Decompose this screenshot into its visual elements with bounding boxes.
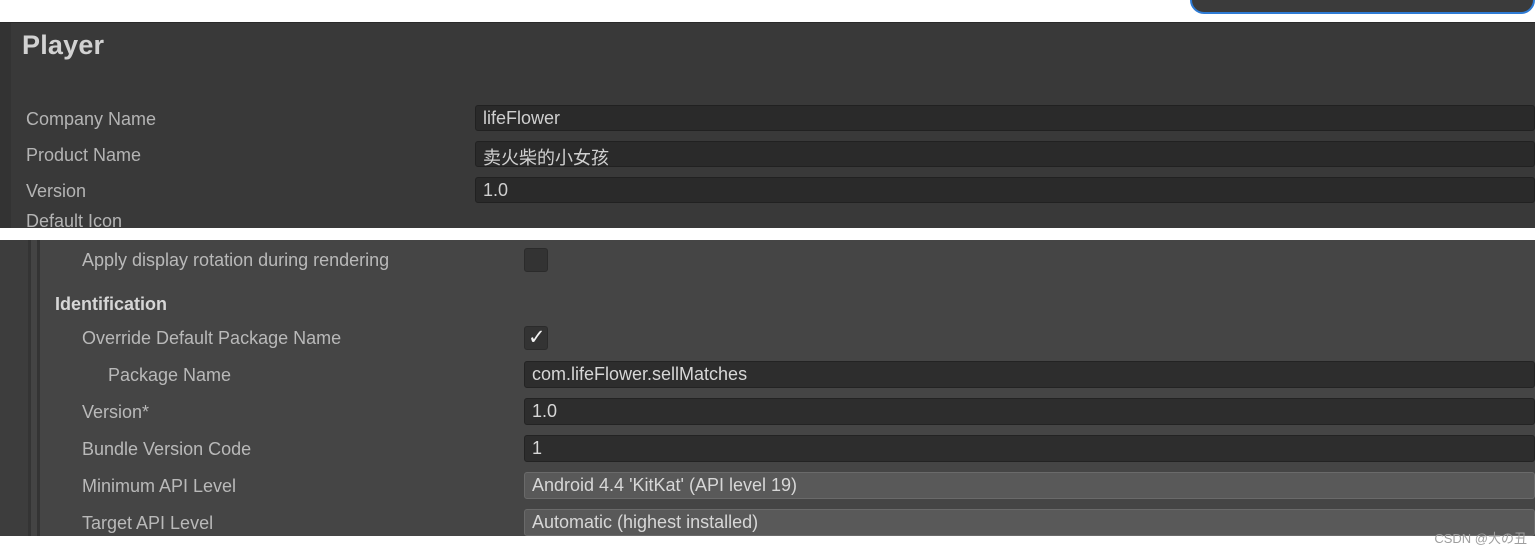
package-name-value: com.lifeFlower.sellMatches — [532, 364, 748, 384]
target-api-level-dropdown[interactable]: Automatic (highest installed) — [524, 509, 1535, 536]
player-settings-panel: Player Company Name lifeFlower Product N… — [0, 22, 1535, 229]
version-label: Version — [26, 181, 87, 201]
override-default-package-name-label: Override Default Package Name — [82, 328, 342, 348]
company-name-input[interactable]: lifeFlower — [475, 105, 1535, 131]
editor-toolbar-strip — [0, 0, 1535, 22]
field-row-company-name: Company Name lifeFlower — [0, 105, 1535, 133]
version-value: 1.0 — [483, 180, 509, 200]
identification-header-label: Identification — [55, 294, 167, 314]
field-row-version: Version 1.0 — [0, 177, 1535, 205]
setting-row-bundle-version-code: Bundle Version Code 1 — [0, 433, 1535, 469]
minimum-api-level-dropdown[interactable]: Android 4.4 'KitKat' (API level 19) — [524, 472, 1535, 499]
setting-row-version: Version* 1.0 — [0, 396, 1535, 432]
panel-separator — [0, 228, 1535, 240]
override-default-package-name-checkbox[interactable]: ✓ — [524, 325, 548, 350]
page-title: Player — [22, 30, 105, 60]
version-input[interactable]: 1.0 — [475, 177, 1535, 203]
target-api-level-label: Target API Level — [82, 513, 214, 533]
section-header-identification: Identification — [0, 288, 1535, 324]
bundle-version-code-value: 1 — [532, 438, 543, 458]
minimum-api-level-label: Minimum API Level — [82, 476, 237, 496]
default-icon-label: Default Icon — [26, 211, 123, 229]
android-version-value: 1.0 — [532, 401, 558, 421]
android-version-input[interactable]: 1.0 — [524, 398, 1535, 425]
package-name-input[interactable]: com.lifeFlower.sellMatches — [524, 361, 1535, 388]
setting-row-minimum-api-level: Minimum API Level Android 4.4 'KitKat' (… — [0, 470, 1535, 506]
search-input[interactable] — [1190, 0, 1535, 14]
setting-row-apply-display-rotation: Apply display rotation during rendering — [0, 244, 1535, 280]
company-name-value: lifeFlower — [483, 108, 561, 128]
package-name-label: Package Name — [108, 365, 232, 385]
watermark-text: CSDN @大の丑 — [1434, 531, 1527, 546]
checkmark-icon: ✓ — [528, 325, 546, 349]
setting-row-override-package-name: Override Default Package Name ✓ — [0, 322, 1535, 358]
minimum-api-level-value: Android 4.4 'KitKat' (API level 19) — [532, 475, 798, 495]
apply-display-rotation-label: Apply display rotation during rendering — [82, 250, 390, 270]
bundle-version-code-input[interactable]: 1 — [524, 435, 1535, 462]
product-name-input[interactable]: 卖火柴的小女孩 — [475, 141, 1535, 168]
android-settings-panel: Apply display rotation during rendering … — [0, 240, 1535, 536]
company-name-label: Company Name — [26, 109, 157, 129]
android-version-label: Version* — [82, 402, 150, 422]
bundle-version-code-label: Bundle Version Code — [82, 439, 252, 459]
product-name-label: Product Name — [26, 145, 142, 165]
apply-display-rotation-checkbox[interactable] — [524, 248, 548, 272]
target-api-level-value: Automatic (highest installed) — [532, 512, 759, 532]
setting-row-target-api-level: Target API Level Automatic (highest inst… — [0, 507, 1535, 536]
setting-row-package-name: Package Name com.lifeFlower.sellMatches — [0, 359, 1535, 395]
field-row-product-name: Product Name 卖火柴的小女孩 — [0, 141, 1535, 169]
product-name-value: 卖火柴的小女孩 — [483, 148, 609, 168]
bottom-white-band — [0, 536, 1535, 551]
